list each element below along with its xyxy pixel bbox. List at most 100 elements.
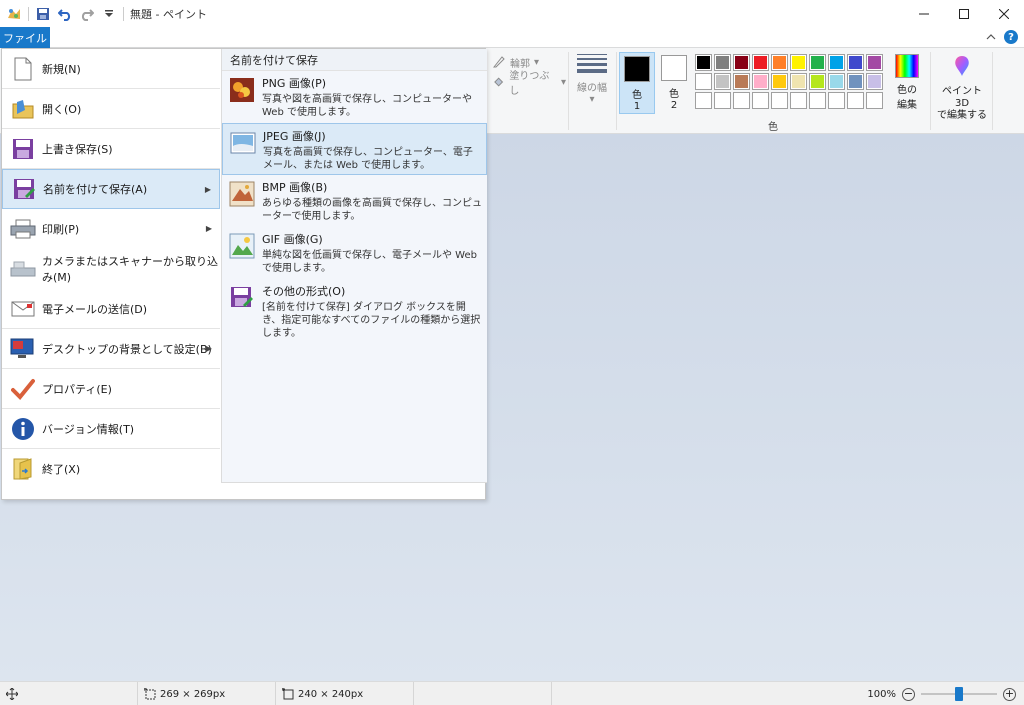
palette-swatch[interactable] xyxy=(828,92,845,109)
palette-swatch[interactable] xyxy=(809,73,826,90)
palette-swatch[interactable] xyxy=(790,73,807,90)
zoom-in-button[interactable]: + xyxy=(1003,687,1016,701)
palette-swatch[interactable] xyxy=(733,92,750,109)
palette-swatch[interactable] xyxy=(866,92,883,109)
menu-item-properties[interactable]: プロパティ(E) xyxy=(2,369,220,409)
palette-swatch[interactable] xyxy=(809,54,826,71)
ribbon-separator xyxy=(992,52,993,130)
save-as-jpeg[interactable]: JPEG 画像(J) 写真を高画質で保存し、コンピューター、電子メール、または … xyxy=(222,123,487,175)
color2-label: 色 xyxy=(669,89,679,100)
tab-file[interactable]: ファイル xyxy=(0,27,50,48)
save-as-other-icon xyxy=(231,287,253,307)
save-icon[interactable] xyxy=(35,6,51,22)
palette-swatch[interactable] xyxy=(866,73,883,90)
palette-swatch-color xyxy=(697,94,710,107)
printer-icon xyxy=(10,216,36,242)
checkmark-icon xyxy=(10,376,36,402)
menu-item-open[interactable]: 開く(O) xyxy=(2,89,220,129)
zoom-level: 100% xyxy=(867,688,896,700)
color2-button[interactable]: 色 2 xyxy=(656,52,692,114)
palette-swatch[interactable] xyxy=(752,73,769,90)
palette-swatch-color xyxy=(697,75,710,88)
palette-swatch[interactable] xyxy=(847,54,864,71)
undo-icon[interactable] xyxy=(57,6,73,22)
line-width-icon xyxy=(577,54,607,73)
menu-item-exit[interactable]: 終了(X) xyxy=(2,449,220,489)
menu-item-label: 上書き保存(S) xyxy=(42,142,113,156)
palette-swatch-color xyxy=(735,56,748,69)
save-as-bmp[interactable]: BMP 画像(B) あらゆる種類の画像を高画質で保存し、コンピューターで使用しま… xyxy=(222,175,487,227)
palette-swatch[interactable] xyxy=(695,54,712,71)
menu-item-label: 終了(X) xyxy=(42,462,81,476)
palette-swatch[interactable] xyxy=(752,54,769,71)
jpeg-image-icon xyxy=(230,132,256,154)
menu-item-about[interactable]: バージョン情報(T) xyxy=(2,409,220,449)
edit-colors-button[interactable]: 色の 編集 xyxy=(890,54,924,111)
palette-swatch[interactable] xyxy=(733,54,750,71)
palette-swatch-color xyxy=(792,94,805,107)
palette-swatch-color xyxy=(773,56,786,69)
exit-icon xyxy=(10,456,36,482)
palette-swatch-color xyxy=(697,56,710,69)
palette-swatch[interactable] xyxy=(847,73,864,90)
close-button[interactable] xyxy=(984,0,1024,27)
colors-group-label: 色 xyxy=(768,122,778,133)
menu-item-label: バージョン情報(T) xyxy=(42,422,135,436)
palette-swatch[interactable] xyxy=(771,92,788,109)
palette-swatch[interactable] xyxy=(771,54,788,71)
palette-swatch[interactable] xyxy=(752,92,769,109)
zoom-slider[interactable] xyxy=(921,687,997,701)
zoom-out-button[interactable]: − xyxy=(902,687,915,701)
menu-item-save[interactable]: 上書き保存(S) xyxy=(2,129,220,169)
cursor-position xyxy=(0,682,138,705)
menu-item-label: プロパティ(E) xyxy=(42,382,112,396)
gif-image-icon xyxy=(229,233,255,259)
save-as-description: 単純な図を低画質で保存し、電子メールや Web で使用します。 xyxy=(262,250,477,274)
save-as-gif[interactable]: GIF 画像(G) 単純な図を低画質で保存し、電子メールや Web で使用します… xyxy=(222,227,487,279)
paint-app-icon[interactable] xyxy=(6,6,22,22)
menu-item-set-desktop[interactable]: デスクトップの背景として設定(B) ▶ xyxy=(2,329,220,369)
palette-swatch[interactable] xyxy=(847,92,864,109)
palette-swatch[interactable] xyxy=(771,73,788,90)
window-controls xyxy=(904,0,1024,27)
save-as-description: 写真を高画質で保存し、コンピューター、電子メール、または Web で使用します。 xyxy=(263,147,473,171)
color1-button[interactable]: 色 1 xyxy=(619,52,655,114)
palette-swatch[interactable] xyxy=(790,54,807,71)
palette-swatch-color xyxy=(868,75,881,88)
palette-swatch-color xyxy=(830,94,843,107)
menu-item-save-as[interactable]: 名前を付けて保存(A) ▶ xyxy=(2,169,220,209)
customize-toolbar-icon[interactable] xyxy=(101,6,117,22)
edit-with-paint3d-button[interactable]: ペイント 3D で編集する xyxy=(936,54,988,122)
palette-swatch[interactable] xyxy=(866,54,883,71)
chevron-down-icon: ▾ xyxy=(560,76,566,88)
collapse-ribbon-icon[interactable] xyxy=(986,31,996,44)
palette-swatch[interactable] xyxy=(714,54,731,71)
palette-swatch[interactable] xyxy=(828,73,845,90)
bmp-image-icon xyxy=(229,181,255,207)
menu-item-scan[interactable]: カメラまたはスキャナーから取り込み(M) xyxy=(2,249,220,289)
fill-button[interactable]: 塗りつぶし ▾ xyxy=(492,71,566,97)
desktop-icon xyxy=(10,336,36,362)
palette-swatch[interactable] xyxy=(714,92,731,109)
palette-swatch[interactable] xyxy=(695,92,712,109)
palette-swatch[interactable] xyxy=(695,73,712,90)
help-icon[interactable]: ? xyxy=(1004,30,1018,44)
save-as-png[interactable]: PNG 画像(P) 写真や図を高画質で保存し、コンピューターや Web で使用し… xyxy=(222,71,487,123)
zoom-slider-thumb[interactable] xyxy=(955,687,963,701)
menu-item-new[interactable]: 新規(N) xyxy=(2,49,220,89)
save-as-other-formats[interactable]: その他の形式(O) [名前を付けて保存] ダイアログ ボックスを開き、指定可能な… xyxy=(222,279,487,339)
minimize-button[interactable] xyxy=(904,0,944,27)
menu-item-send-email[interactable]: 電子メールの送信(D) xyxy=(2,289,220,329)
palette-swatch[interactable] xyxy=(828,54,845,71)
palette-swatch-color xyxy=(811,56,824,69)
palette-swatch[interactable] xyxy=(714,73,731,90)
palette-swatch[interactable] xyxy=(809,92,826,109)
menu-item-print[interactable]: 印刷(P) ▶ xyxy=(2,209,220,249)
palette-swatch-color xyxy=(754,56,767,69)
palette-swatch[interactable] xyxy=(733,73,750,90)
maximize-button[interactable] xyxy=(944,0,984,27)
line-width-button[interactable]: 線の幅 ▾ xyxy=(570,54,614,105)
png-image-icon xyxy=(230,78,254,102)
redo-icon[interactable] xyxy=(79,6,95,22)
palette-swatch[interactable] xyxy=(790,92,807,109)
